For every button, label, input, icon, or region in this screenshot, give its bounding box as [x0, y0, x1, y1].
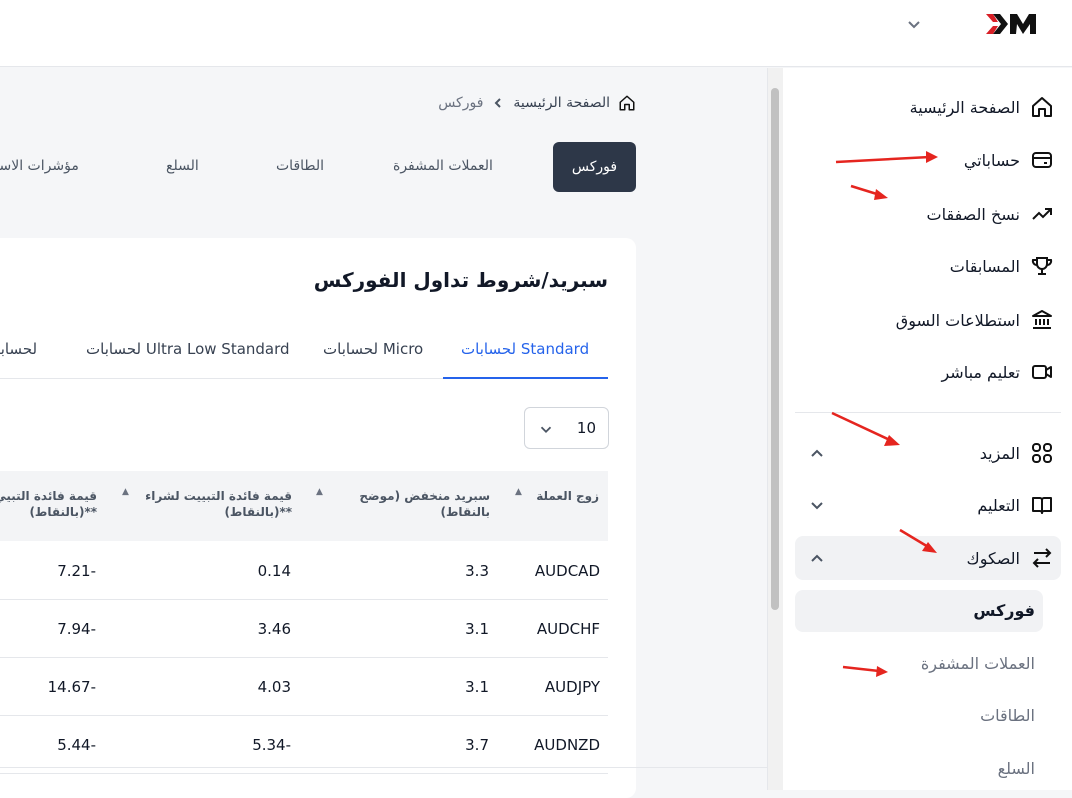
annotation-arrows: [831, 151, 938, 677]
